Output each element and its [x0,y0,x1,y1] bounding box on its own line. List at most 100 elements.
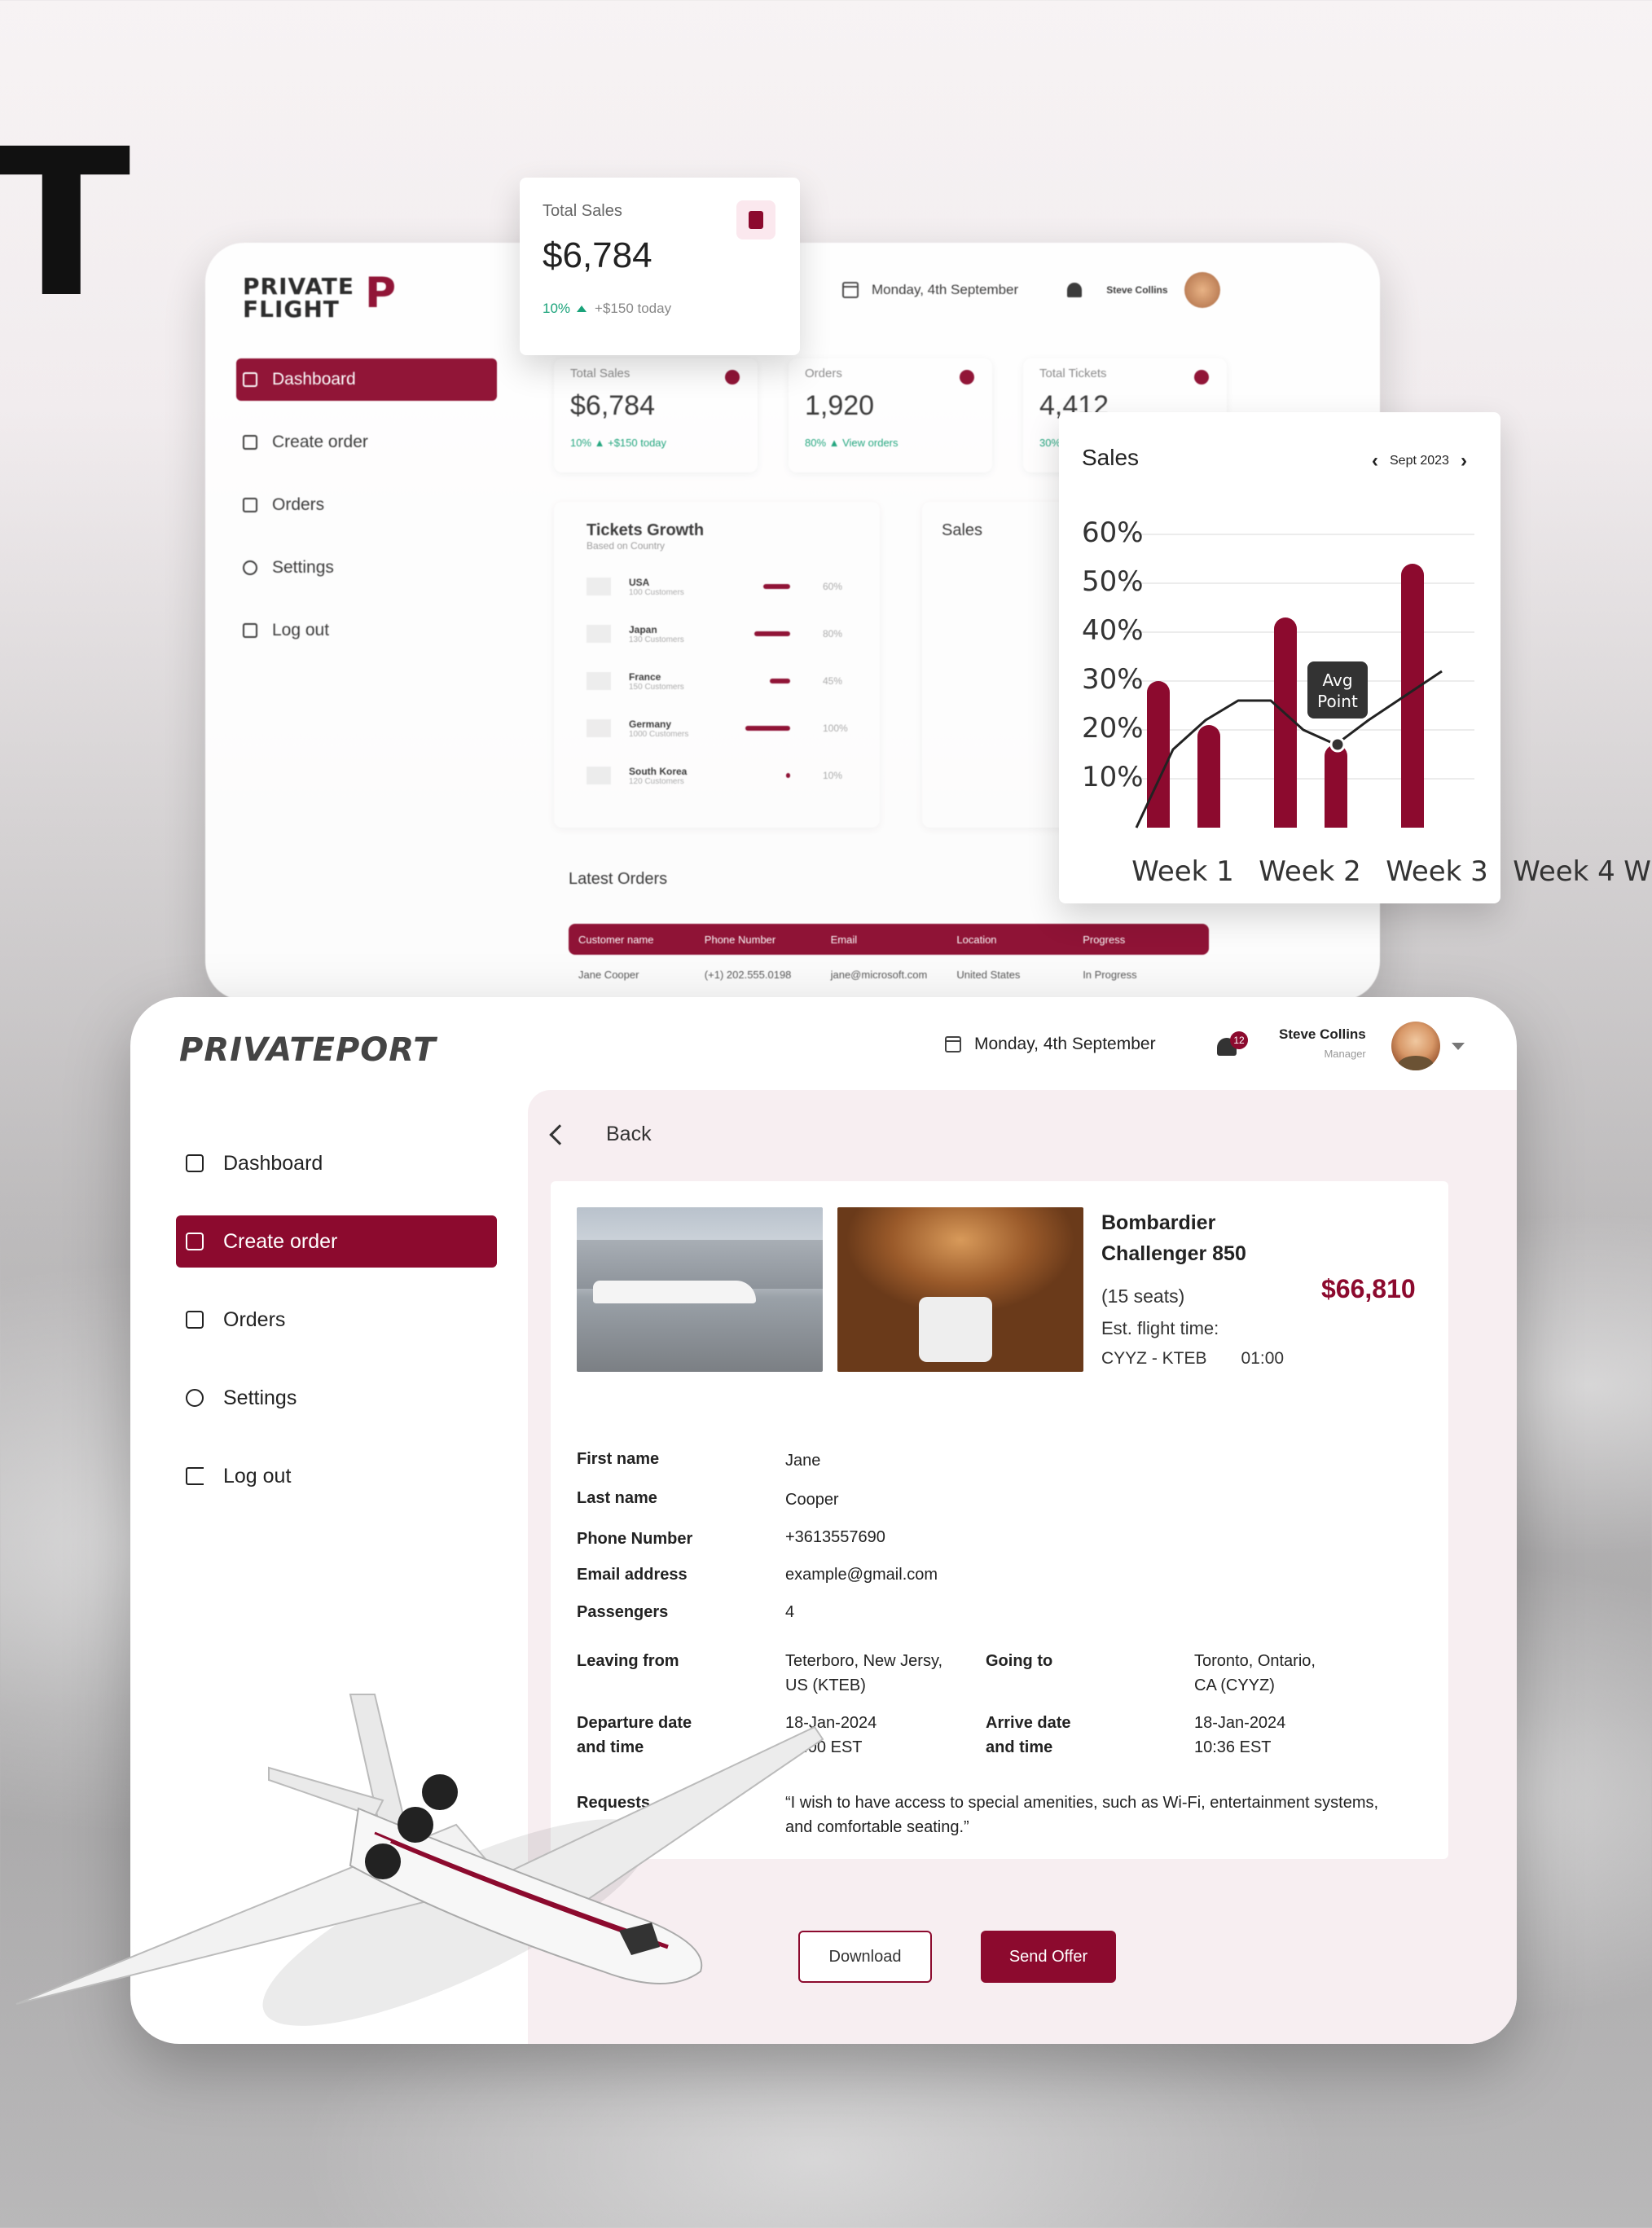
arrive-value: 18-Jan-2024 10:36 EST [1194,1714,1286,1756]
x-tick-label: Week 4 [1513,855,1615,888]
y-tick-label: 30% [1082,663,1144,696]
total-sales-card: Total Sales $6,784 10% +$150 today [520,178,800,355]
send-offer-button[interactable]: Send Offer [981,1931,1116,1983]
going-to-label: Going to [986,1652,1053,1670]
bg-nav-logout[interactable]: Log out [236,609,497,652]
clipboard-icon [186,1311,204,1329]
tickets-growth-list: USA 100 Customers 60% Japan 130 Customers 80%… [587,563,848,799]
y-tick-label: 50% [1082,565,1144,598]
dashboard-icon [243,372,257,387]
country-name: USA 100 Customers [629,576,684,597]
bg-nav-create-order[interactable]: Create order [236,421,497,464]
sales-bar-base [1197,736,1220,828]
country-name: France 150 Customers [629,670,684,692]
list-item: USA 100 Customers 60% [587,563,847,610]
flight-route: CYYZ - KTEB 01:00 [1101,1349,1285,1368]
growth-bar [745,726,790,731]
email-label: Email address [577,1566,688,1584]
y-tick-label: 10% [1082,761,1144,793]
notifications-button[interactable]: 12 [1214,1031,1248,1064]
sidebar-item-settings[interactable]: Settings [176,1372,497,1424]
y-tick-label: 40% [1082,614,1144,647]
sidebar-item-create-order[interactable]: Create order [176,1215,497,1268]
date-display: Monday, 4th September [945,1035,1156,1054]
list-item: Japan 130 Customers 80% [587,610,847,657]
back-button[interactable]: Back [549,1123,652,1146]
avg-point-marker [1329,736,1346,753]
first-name-value: Jane [785,1452,821,1470]
country-flag-icon [587,767,611,784]
growth-bar [770,679,790,683]
bg-nav-dashboard[interactable]: Dashboard [236,358,497,401]
logout-icon [186,1467,204,1485]
calendar-icon [842,282,859,298]
passengers-value: 4 [785,1603,795,1621]
jet-interior-photo [837,1207,1083,1372]
clipboard-icon [243,498,257,512]
x-tick-label: Week 3 [1386,855,1488,888]
sidebar-item-logout[interactable]: Log out [176,1450,497,1502]
growth-bar [763,584,790,589]
document-icon [725,370,740,385]
list-item: South Korea 120 Customers 10% [587,752,847,799]
tooltip-label: Avg [1322,670,1352,690]
bg-nav-orders[interactable]: Orders [236,484,497,526]
table-row[interactable]: Jane Cooper (+1) 202.555.0198 jane@micro… [569,960,1209,989]
country-name: South Korea 120 Customers [629,765,688,786]
country-name: Germany 1000 Customers [629,718,689,739]
hero-letter: T [0,105,131,342]
first-name-label: First name [577,1450,660,1468]
jet-name: Bombardier Challenger 850 [1101,1211,1246,1265]
bg-topbar: Monday, 4th September Steve Collins [842,272,1220,308]
tickets-growth-card: Tickets Growth Based on Country USA 100 C… [554,502,880,828]
last-name-value: Cooper [785,1491,839,1509]
list-item: Germany 1000 Customers 100% [587,705,848,752]
chevron-down-icon[interactable] [1452,1043,1465,1050]
sales-bar-base [1325,756,1347,828]
bg-nav-settings[interactable]: Settings [236,547,497,589]
sidebar-item-orders[interactable]: Orders [176,1294,497,1346]
bell-icon[interactable] [1067,283,1083,297]
country-flag-icon [587,719,611,737]
flight-time-label: Est. flight time: [1101,1318,1219,1338]
chevron-left-icon [549,1123,570,1145]
x-tick-label: Week 2 [1259,855,1361,888]
document-icon [736,200,775,239]
phone-value: +3613557690 [785,1528,885,1546]
y-tick-label: 60% [1082,516,1144,549]
jet-seats: (15 seats) [1101,1285,1185,1307]
background-sidebar: Dashboard Create order Orders Settings L… [236,358,497,672]
email-value: example@gmail.com [785,1566,938,1584]
privateport-logo: PRIVATEPORT [179,1031,437,1069]
growth-percent: 45% [823,675,843,687]
sidebar: Dashboard Create order Orders Settings L… [176,1137,497,1528]
tooltip-label: Point [1317,692,1358,711]
jet-exterior-photo [577,1207,823,1372]
growth-percent: 80% [823,628,843,639]
x-tick-label: Week 1 [1131,855,1234,888]
gear-icon [186,1389,204,1407]
y-tick-label: 20% [1082,712,1144,745]
jet-price: $66,810 [1321,1274,1416,1303]
user-info[interactable]: Steve Collins Manager [1279,1026,1366,1060]
growth-percent: 10% [823,770,843,781]
sales-chart-card: Sales ‹ Sept 2023 › 60% 50% 40% 30% 20% 10% Av… [1059,412,1651,903]
growth-percent: 100% [823,723,848,734]
last-name-label: Last name [577,1489,657,1507]
arrive-label: Arrive date and time [986,1714,1071,1756]
latest-orders-header: Customer name Phone Number Email Locatio… [569,924,1209,955]
avatar[interactable] [1184,272,1220,308]
avatar[interactable] [1391,1022,1440,1070]
notification-badge: 12 [1230,1031,1248,1049]
ticket-icon [1194,370,1209,385]
sidebar-item-dashboard[interactable]: Dashboard [176,1137,497,1189]
sales-bar-chart: 60% 50% 40% 30% 20% 10% Avg Point Week 1 Week 2 We… [1082,516,1651,888]
latest-orders-title: Latest Orders [569,870,668,888]
sales-bar-base [1147,692,1170,828]
private-jet-illustration [15,1694,824,2026]
growth-percent: 60% [823,581,843,592]
bg-stat-total-sales: Total Sales $6,784 10% ▲ +$150 today [554,358,758,472]
list-item: France 150 Customers 45% [587,657,847,705]
passengers-label: Passengers [577,1603,669,1621]
x-tick-label: W [1623,855,1651,888]
